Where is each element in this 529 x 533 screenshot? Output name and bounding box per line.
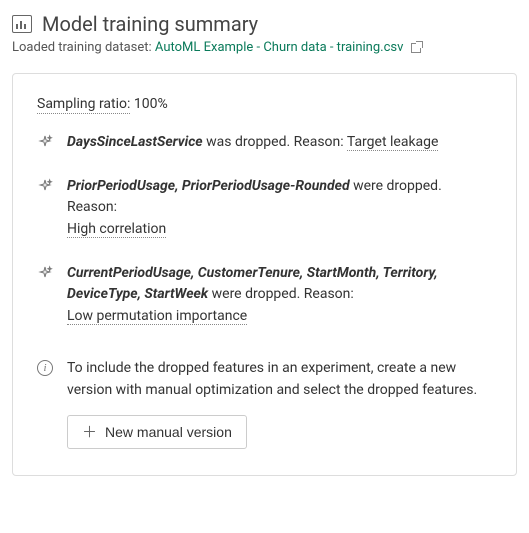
reason-link-target-leakage[interactable]: Target leakage — [347, 134, 439, 151]
sampling-value: 100% — [134, 96, 168, 112]
drop-item: PriorPeriodUsage, PriorPeriodUsage-Round… — [37, 176, 492, 241]
drop-features: PriorPeriodUsage, PriorPeriodUsage-Round… — [67, 178, 350, 194]
drop-features: DaysSinceLastService — [67, 134, 203, 150]
drop-body: PriorPeriodUsage, PriorPeriodUsage-Round… — [67, 176, 492, 241]
loaded-label: Loaded training dataset: — [12, 40, 152, 55]
info-icon: i — [37, 360, 53, 376]
button-label: New manual version — [105, 424, 232, 440]
header: Model training summary — [12, 12, 517, 36]
sparkle-icon — [37, 265, 53, 281]
chart-icon — [12, 15, 32, 33]
drop-body: DaysSinceLastService was dropped. Reason… — [67, 132, 492, 154]
dataset-line: Loaded training dataset: AutoML Example … — [12, 40, 517, 55]
info-section: i To include the dropped features in an … — [37, 358, 492, 449]
reason-link-high-correlation[interactable]: High correlation — [67, 221, 166, 238]
drop-verb: was dropped. Reason: — [206, 134, 344, 150]
info-body: To include the dropped features in an ex… — [67, 358, 492, 449]
dataset-name: AutoML Example - Churn data - training.c… — [155, 40, 403, 55]
page-title: Model training summary — [42, 12, 258, 36]
plus-icon: ＋ — [82, 425, 97, 440]
reason-link-low-permutation[interactable]: Low permutation importance — [67, 308, 247, 325]
sampling-label: Sampling ratio: — [37, 96, 130, 114]
drop-body: CurrentPeriodUsage, CustomerTenure, Star… — [67, 263, 492, 328]
info-text: To include the dropped features in an ex… — [67, 358, 492, 401]
sparkle-icon — [37, 134, 53, 150]
drop-verb: were dropped. Reason: — [212, 286, 354, 302]
new-manual-version-button[interactable]: ＋ New manual version — [67, 415, 247, 449]
summary-card: Sampling ratio: 100% DaysSinceLastServic… — [12, 73, 517, 476]
drop-item: DaysSinceLastService was dropped. Reason… — [37, 132, 492, 154]
dataset-link[interactable]: AutoML Example - Churn data - training.c… — [155, 40, 421, 55]
drop-item: CurrentPeriodUsage, CustomerTenure, Star… — [37, 263, 492, 328]
sampling-ratio: Sampling ratio: 100% — [37, 96, 492, 112]
external-link-icon — [411, 43, 421, 53]
sparkle-icon — [37, 178, 53, 194]
